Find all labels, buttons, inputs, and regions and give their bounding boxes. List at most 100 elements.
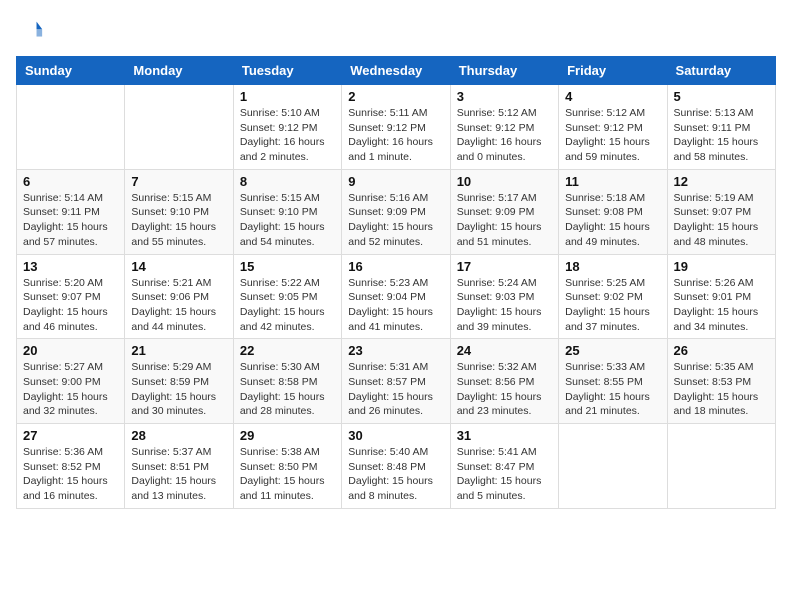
calendar-cell: 23Sunrise: 5:31 AM Sunset: 8:57 PM Dayli… — [342, 339, 450, 424]
day-info: Sunrise: 5:38 AM Sunset: 8:50 PM Dayligh… — [240, 445, 335, 504]
calendar-cell — [667, 424, 775, 509]
logo-icon — [16, 16, 44, 44]
day-info: Sunrise: 5:40 AM Sunset: 8:48 PM Dayligh… — [348, 445, 443, 504]
day-info: Sunrise: 5:16 AM Sunset: 9:09 PM Dayligh… — [348, 191, 443, 250]
calendar-cell: 5 Sunrise: 5:13 AM Sunset: 9:11 PM Daylig… — [667, 85, 775, 170]
calendar-cell: 28 Sunrise: 5:37 AM Sunset: 8:51 PM Dayli… — [125, 424, 233, 509]
day-info: Sunrise: 5:41 AM Sunset: 8:47 PM Dayligh… — [457, 445, 552, 504]
calendar-cell: 16 Sunrise: 5:23 AM Sunset: 9:04 PM Dayli… — [342, 254, 450, 339]
day-number: 27 — [23, 428, 118, 443]
calendar-cell: 10Sunrise: 5:17 AM Sunset: 9:09 PM Dayli… — [450, 169, 558, 254]
day-info: Sunrise: 5:30 AM Sunset: 8:58 PM Dayligh… — [240, 360, 335, 419]
calendar-cell: 25Sunrise: 5:33 AM Sunset: 8:55 PM Dayli… — [559, 339, 667, 424]
day-number: 6 — [23, 174, 118, 189]
day-number: 12 — [674, 174, 769, 189]
day-number: 4 — [565, 89, 660, 104]
day-number: 30 — [348, 428, 443, 443]
day-info: Sunrise: 5:13 AM Sunset: 9:11 PM Dayligh… — [674, 106, 769, 165]
day-number: 25 — [565, 343, 660, 358]
logo — [16, 16, 48, 44]
calendar-week-row: 6 Sunrise: 5:14 AM Sunset: 9:11 PM Daylig… — [17, 169, 776, 254]
day-info: Sunrise: 5:14 AM Sunset: 9:11 PM Dayligh… — [23, 191, 118, 250]
day-info: Sunrise: 5:18 AM Sunset: 9:08 PM Dayligh… — [565, 191, 660, 250]
calendar-cell: 1 Sunrise: 5:10 AM Sunset: 9:12 PM Daylig… — [233, 85, 341, 170]
day-number: 9 — [348, 174, 443, 189]
day-info: Sunrise: 5:23 AM Sunset: 9:04 PM Dayligh… — [348, 276, 443, 335]
calendar-week-row: 1 Sunrise: 5:10 AM Sunset: 9:12 PM Daylig… — [17, 85, 776, 170]
day-header-saturday: Saturday — [667, 57, 775, 85]
calendar-cell: 30 Sunrise: 5:40 AM Sunset: 8:48 PM Dayli… — [342, 424, 450, 509]
calendar-cell: 11 Sunrise: 5:18 AM Sunset: 9:08 PM Dayli… — [559, 169, 667, 254]
calendar-week-row: 20 Sunrise: 5:27 AM Sunset: 9:00 PM Dayli… — [17, 339, 776, 424]
calendar-cell — [17, 85, 125, 170]
day-header-wednesday: Wednesday — [342, 57, 450, 85]
day-header-friday: Friday — [559, 57, 667, 85]
day-info: Sunrise: 5:25 AM Sunset: 9:02 PM Dayligh… — [565, 276, 660, 335]
calendar-cell: 29Sunrise: 5:38 AM Sunset: 8:50 PM Dayli… — [233, 424, 341, 509]
day-info: Sunrise: 5:12 AM Sunset: 9:12 PM Dayligh… — [565, 106, 660, 165]
day-info: Sunrise: 5:15 AM Sunset: 9:10 PM Dayligh… — [240, 191, 335, 250]
calendar-cell: 12Sunrise: 5:19 AM Sunset: 9:07 PM Dayli… — [667, 169, 775, 254]
day-info: Sunrise: 5:35 AM Sunset: 8:53 PM Dayligh… — [674, 360, 769, 419]
day-info: Sunrise: 5:36 AM Sunset: 8:52 PM Dayligh… — [23, 445, 118, 504]
day-info: Sunrise: 5:20 AM Sunset: 9:07 PM Dayligh… — [23, 276, 118, 335]
calendar-cell: 31 Sunrise: 5:41 AM Sunset: 8:47 PM Dayli… — [450, 424, 558, 509]
day-number: 5 — [674, 89, 769, 104]
day-info: Sunrise: 5:37 AM Sunset: 8:51 PM Dayligh… — [131, 445, 226, 504]
day-header-tuesday: Tuesday — [233, 57, 341, 85]
day-info: Sunrise: 5:26 AM Sunset: 9:01 PM Dayligh… — [674, 276, 769, 335]
calendar-cell — [559, 424, 667, 509]
day-info: Sunrise: 5:12 AM Sunset: 9:12 PM Dayligh… — [457, 106, 552, 165]
calendar-cell: 6 Sunrise: 5:14 AM Sunset: 9:11 PM Daylig… — [17, 169, 125, 254]
calendar-cell: 22 Sunrise: 5:30 AM Sunset: 8:58 PM Dayli… — [233, 339, 341, 424]
calendar-cell: 8Sunrise: 5:15 AM Sunset: 9:10 PM Daylig… — [233, 169, 341, 254]
day-number: 23 — [348, 343, 443, 358]
day-info: Sunrise: 5:27 AM Sunset: 9:00 PM Dayligh… — [23, 360, 118, 419]
calendar-cell: 21 Sunrise: 5:29 AM Sunset: 8:59 PM Dayli… — [125, 339, 233, 424]
calendar-cell: 18 Sunrise: 5:25 AM Sunset: 9:02 PM Dayli… — [559, 254, 667, 339]
day-number: 28 — [131, 428, 226, 443]
day-header-thursday: Thursday — [450, 57, 558, 85]
calendar-cell: 4 Sunrise: 5:12 AM Sunset: 9:12 PM Daylig… — [559, 85, 667, 170]
day-info: Sunrise: 5:15 AM Sunset: 9:10 PM Dayligh… — [131, 191, 226, 250]
calendar-cell: 24 Sunrise: 5:32 AM Sunset: 8:56 PM Dayli… — [450, 339, 558, 424]
calendar: SundayMondayTuesdayWednesdayThursdayFrid… — [16, 56, 776, 509]
day-number: 11 — [565, 174, 660, 189]
calendar-cell: 15 Sunrise: 5:22 AM Sunset: 9:05 PM Dayli… — [233, 254, 341, 339]
header — [16, 16, 776, 44]
day-number: 13 — [23, 259, 118, 274]
day-number: 16 — [348, 259, 443, 274]
day-number: 3 — [457, 89, 552, 104]
day-number: 24 — [457, 343, 552, 358]
calendar-week-row: 13 Sunrise: 5:20 AM Sunset: 9:07 PM Dayli… — [17, 254, 776, 339]
calendar-cell: 26Sunrise: 5:35 AM Sunset: 8:53 PM Dayli… — [667, 339, 775, 424]
day-number: 31 — [457, 428, 552, 443]
day-info: Sunrise: 5:10 AM Sunset: 9:12 PM Dayligh… — [240, 106, 335, 165]
calendar-cell: 9 Sunrise: 5:16 AM Sunset: 9:09 PM Daylig… — [342, 169, 450, 254]
day-number: 21 — [131, 343, 226, 358]
calendar-cell: 14Sunrise: 5:21 AM Sunset: 9:06 PM Dayli… — [125, 254, 233, 339]
calendar-cell: 20 Sunrise: 5:27 AM Sunset: 9:00 PM Dayli… — [17, 339, 125, 424]
day-number: 19 — [674, 259, 769, 274]
calendar-cell — [125, 85, 233, 170]
day-header-sunday: Sunday — [17, 57, 125, 85]
calendar-cell: 17Sunrise: 5:24 AM Sunset: 9:03 PM Dayli… — [450, 254, 558, 339]
day-info: Sunrise: 5:29 AM Sunset: 8:59 PM Dayligh… — [131, 360, 226, 419]
day-info: Sunrise: 5:24 AM Sunset: 9:03 PM Dayligh… — [457, 276, 552, 335]
calendar-cell: 2Sunrise: 5:11 AM Sunset: 9:12 PM Daylig… — [342, 85, 450, 170]
day-number: 20 — [23, 343, 118, 358]
day-number: 22 — [240, 343, 335, 358]
day-number: 18 — [565, 259, 660, 274]
calendar-cell: 3 Sunrise: 5:12 AM Sunset: 9:12 PM Daylig… — [450, 85, 558, 170]
day-info: Sunrise: 5:22 AM Sunset: 9:05 PM Dayligh… — [240, 276, 335, 335]
day-number: 15 — [240, 259, 335, 274]
day-info: Sunrise: 5:21 AM Sunset: 9:06 PM Dayligh… — [131, 276, 226, 335]
calendar-cell: 13 Sunrise: 5:20 AM Sunset: 9:07 PM Dayli… — [17, 254, 125, 339]
day-number: 1 — [240, 89, 335, 104]
calendar-week-row: 27 Sunrise: 5:36 AM Sunset: 8:52 PM Dayli… — [17, 424, 776, 509]
day-info: Sunrise: 5:32 AM Sunset: 8:56 PM Dayligh… — [457, 360, 552, 419]
calendar-cell: 19 Sunrise: 5:26 AM Sunset: 9:01 PM Dayli… — [667, 254, 775, 339]
day-header-monday: Monday — [125, 57, 233, 85]
calendar-cell: 7Sunrise: 5:15 AM Sunset: 9:10 PM Daylig… — [125, 169, 233, 254]
day-number: 2 — [348, 89, 443, 104]
